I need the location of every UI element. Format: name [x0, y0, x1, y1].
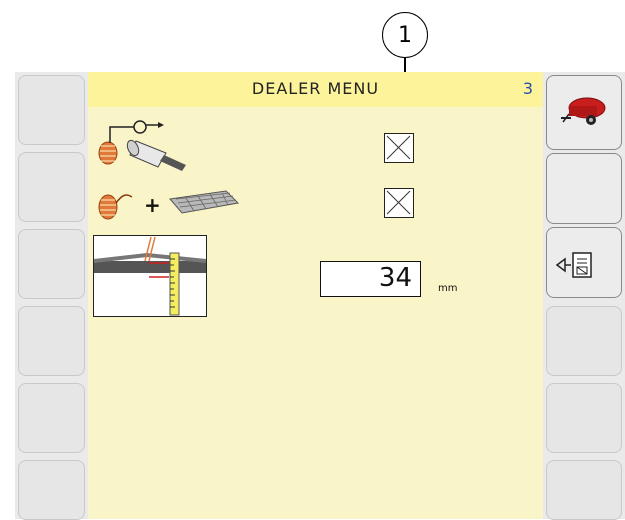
twine-roll-to-bale-icon	[98, 120, 186, 171]
svg-text:+: +	[144, 193, 161, 217]
right-softkey-2[interactable]	[546, 153, 622, 224]
net-wrap-checkbox[interactable]	[384, 133, 414, 163]
left-softkey-1[interactable]	[18, 75, 85, 145]
twine-plus-net-icon: +	[98, 190, 240, 220]
page-title: DEALER MENU	[251, 79, 380, 98]
exit-menu-button[interactable]	[546, 227, 622, 298]
left-softkey-5[interactable]	[18, 383, 85, 453]
checkbox-cross-icon	[386, 135, 411, 160]
left-softkey-3[interactable]	[18, 229, 85, 299]
left-softkey-column	[15, 72, 88, 520]
page-number: 3	[522, 79, 533, 98]
baler-icon	[561, 97, 606, 125]
right-softkey-4[interactable]	[546, 306, 622, 376]
left-softkey-4[interactable]	[18, 306, 85, 376]
net-overlap-input[interactable]: 34	[320, 261, 421, 297]
checkbox-cross-icon	[386, 190, 411, 215]
callout-label: 1	[398, 22, 412, 48]
knife-measurement-icon	[93, 235, 207, 317]
left-softkey-2[interactable]	[18, 152, 85, 222]
twine-plus-net-checkbox[interactable]	[384, 188, 414, 218]
right-softkey-5[interactable]	[546, 383, 622, 453]
left-softkey-6[interactable]	[18, 460, 85, 520]
right-softkey-6[interactable]	[546, 460, 622, 520]
menu-header: DEALER MENU 3	[88, 72, 543, 107]
exit-menu-icon	[555, 252, 592, 278]
baler-screen-button[interactable]	[546, 75, 622, 150]
callout-marker: 1	[382, 12, 428, 58]
right-softkey-column	[543, 72, 625, 520]
net-overlap-unit: mm	[438, 283, 458, 294]
